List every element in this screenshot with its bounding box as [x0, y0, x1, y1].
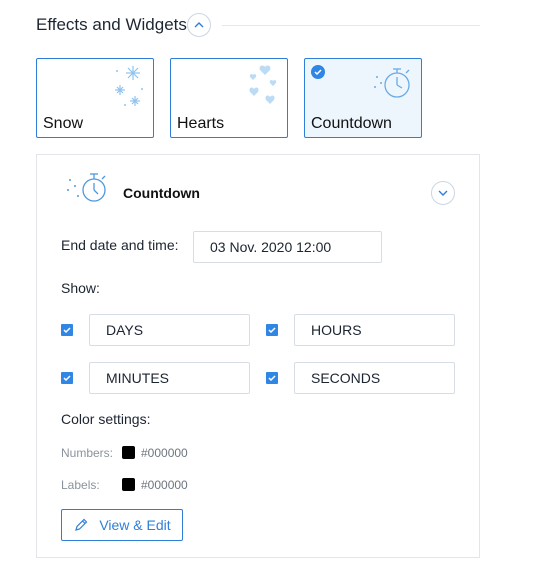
checkmark-icon [63, 375, 71, 381]
panel-toggle-button[interactable] [431, 181, 455, 205]
days-label-input[interactable] [89, 314, 250, 346]
chevron-up-icon [194, 22, 204, 28]
section-title: Effects and Widgets [36, 15, 187, 34]
panel-title: Countdown [123, 185, 200, 201]
end-date-input[interactable] [193, 231, 382, 263]
chevron-down-icon [438, 190, 448, 196]
color-settings-label: Color settings: [61, 411, 151, 427]
labels-color-value: #000000 [141, 478, 188, 492]
collapse-button[interactable] [187, 13, 211, 37]
view-edit-label: View & Edit [99, 517, 171, 533]
numbers-color-swatch[interactable] [122, 446, 135, 459]
hearts-icon [249, 65, 277, 104]
effect-card-snow[interactable]: Snow [36, 58, 154, 138]
hours-checkbox[interactable] [266, 324, 278, 336]
effect-label-hearts: Hearts [177, 115, 225, 132]
end-date-label: End date and time: [61, 237, 179, 253]
stopwatch-icon [374, 68, 410, 98]
checkmark-icon [63, 327, 71, 333]
effect-card-hearts[interactable]: Hearts [170, 58, 288, 138]
show-label: Show: [61, 280, 100, 296]
labels-color-swatch[interactable] [122, 478, 135, 491]
minutes-label-input[interactable] [89, 362, 250, 394]
stopwatch-icon [67, 173, 106, 202]
seconds-label-input[interactable] [294, 362, 455, 394]
hours-label-input[interactable] [294, 314, 455, 346]
effect-card-countdown[interactable]: Countdown [304, 58, 422, 138]
effect-label-countdown: Countdown [311, 115, 392, 132]
numbers-color-value: #000000 [141, 446, 188, 460]
countdown-settings-panel [36, 154, 480, 558]
section-divider [222, 25, 480, 26]
labels-color-label: Labels: [61, 478, 100, 492]
numbers-color-label: Numbers: [61, 446, 114, 460]
effect-label-snow: Snow [43, 115, 84, 132]
checkmark-icon [268, 375, 276, 381]
selected-check-icon [311, 65, 325, 79]
days-checkbox[interactable] [61, 324, 73, 336]
checkmark-icon [268, 327, 276, 333]
minutes-checkbox[interactable] [61, 372, 73, 384]
seconds-checkbox[interactable] [266, 372, 278, 384]
snowflake-icon [115, 66, 143, 106]
view-edit-button[interactable]: View & Edit [61, 509, 183, 541]
pencil-icon [75, 518, 88, 531]
